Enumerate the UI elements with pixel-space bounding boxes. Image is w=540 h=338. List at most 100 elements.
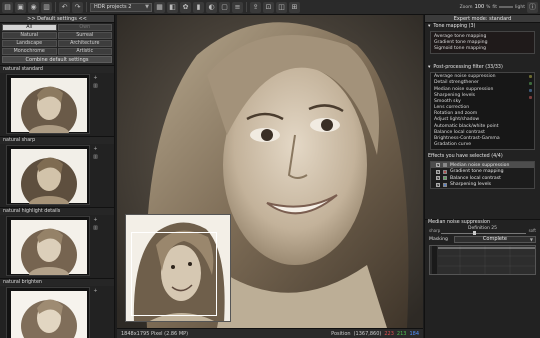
expert-mode-title: Expert mode: standard [425, 15, 540, 23]
add-favorite-icon[interactable]: + [93, 76, 98, 81]
portrait-thumbnail [7, 75, 89, 133]
preset-category-button[interactable]: Monochrome [2, 48, 57, 55]
preset-thumbnail[interactable]: natural standard + ▥ [0, 65, 114, 136]
preset-category-button[interactable]: Landscape [2, 40, 57, 47]
category-marker [529, 95, 532, 99]
panel-spacer [425, 191, 540, 218]
adjust-icon[interactable]: ≡ [232, 1, 243, 13]
preset-label: Natural [20, 33, 39, 38]
preset-category-button[interactable]: Artistic [57, 48, 112, 55]
preset-category-button[interactable]: Architecture [57, 40, 112, 47]
compare-icon[interactable]: ◧ [167, 1, 178, 13]
filter-category-markers [529, 74, 532, 99]
toolbar-divider [246, 2, 247, 12]
slider-left-label: sharp [429, 227, 441, 233]
preset-preview-image[interactable] [6, 216, 90, 276]
add-favorite-icon[interactable]: + [93, 218, 98, 223]
preset-label: Artistic [76, 49, 94, 54]
definition-slider-handle[interactable] [473, 230, 476, 235]
category-marker [529, 88, 532, 92]
crop-icon[interactable]: ⊡ [263, 1, 274, 13]
project-select-value: HDR projects 2 [94, 4, 132, 10]
preset-preview-image[interactable] [6, 287, 90, 338]
frame-icon[interactable]: ▢ [219, 1, 230, 13]
effect-checkbox[interactable]: ✓ [436, 163, 440, 168]
preset-category-button[interactable]: Natural [2, 32, 57, 39]
masking-curve-editor[interactable] [429, 244, 536, 275]
effect-color-swatch [443, 169, 447, 174]
collapse-arrow-icon: ▾ [428, 64, 431, 70]
masking-select[interactable]: Complete ▼ [453, 235, 536, 243]
definition-slider[interactable] [441, 232, 526, 234]
new-project-icon[interactable]: ▤ [2, 1, 13, 13]
combine-default-settings-button[interactable]: Combine default settings [2, 56, 112, 63]
preset-thumbnail[interactable]: natural sharp + ▥ [0, 136, 114, 207]
add-favorite-icon[interactable]: + [93, 147, 98, 152]
light-label[interactable]: light [515, 5, 525, 10]
delete-preset-icon[interactable]: ▥ [93, 226, 98, 231]
effect-checkbox[interactable]: ✓ [436, 182, 440, 187]
expert-mode-panel: Expert mode: standard ▾ Tone mapping (3)… [424, 15, 540, 338]
add-favorite-icon[interactable]: + [93, 289, 98, 294]
filter-item[interactable]: Gradation curve [431, 142, 534, 148]
effect-color-swatch [443, 176, 447, 181]
fit-label[interactable]: fit [492, 5, 497, 10]
effect-checkbox[interactable]: ✓ [436, 176, 440, 181]
color-icon[interactable]: ◐ [206, 1, 217, 13]
preset-category-grid: All Own Natural Surreal Landscape Archit… [0, 23, 114, 56]
redo-icon[interactable]: ↷ [72, 1, 83, 13]
zoom-slider[interactable] [499, 6, 514, 8]
grid-view-icon[interactable]: ▦ [154, 1, 165, 13]
preset-thumbnail[interactable]: natural highlight details + ▥ [0, 207, 114, 278]
parameter-section-header: Median noise suppression [425, 218, 540, 226]
info-icon[interactable]: ⓘ [527, 1, 538, 13]
preset-category-button[interactable]: All [2, 24, 57, 31]
save-icon[interactable]: ▥ [41, 1, 52, 13]
definition-value: 25 [491, 225, 497, 231]
histogram-icon[interactable]: ▮ [193, 1, 204, 13]
portrait-thumbnail [7, 146, 89, 204]
delete-preset-icon[interactable]: ▥ [93, 155, 98, 160]
effect-row[interactable]: ✓ Sharpening levels [431, 181, 534, 188]
fullscreen-icon[interactable]: ⊞ [289, 1, 300, 13]
post-processing-header[interactable]: ▾ Post-processing filter (33/33) [425, 64, 540, 71]
undo-icon[interactable]: ↶ [59, 1, 70, 13]
zoom-value[interactable]: 100 [475, 4, 485, 10]
settings-icon[interactable]: ✿ [180, 1, 191, 13]
definition-label: Definition [468, 225, 490, 231]
export-icon[interactable]: ⇪ [250, 1, 261, 13]
chevron-down-icon: ▼ [145, 4, 149, 10]
toolbar-divider [55, 2, 56, 12]
navigator-viewport-frame[interactable] [131, 232, 217, 316]
portrait-thumbnail [7, 288, 89, 338]
navigator-preview[interactable] [125, 214, 231, 322]
category-marker [529, 81, 532, 85]
tone-mapping-item[interactable]: Sigmoid tone mapping [431, 45, 534, 51]
definition-slider-row: sharp Definition 25 soft [429, 226, 536, 235]
post-processing-title: Post-processing filter (33/33) [433, 64, 503, 70]
preset-label: Own [79, 25, 91, 30]
camera-icon[interactable]: ◉ [28, 1, 39, 13]
preset-thumbnail[interactable]: natural brighten + [0, 278, 114, 338]
preset-preview-image[interactable] [6, 74, 90, 134]
curve-grid [438, 245, 535, 274]
open-image-icon[interactable]: ▣ [15, 1, 26, 13]
preset-preview-image[interactable] [6, 145, 90, 205]
preset-label: Monochrome [13, 49, 45, 54]
slider-right-label: soft [528, 227, 536, 233]
zoom-percent-icon: % [486, 4, 491, 10]
red-value: 223 [384, 330, 394, 337]
zoom-label: Zoom [459, 4, 473, 10]
default-settings-panel: >> Default settings << All Own Natural S… [0, 15, 115, 338]
tone-mapping-header[interactable]: ▾ Tone mapping (3) [425, 23, 540, 30]
project-select[interactable]: HDR projects 2 ▼ [90, 2, 152, 12]
masking-row: Masking Complete ▼ [425, 235, 540, 244]
split-view-icon[interactable]: ◫ [276, 1, 287, 13]
effect-checkbox[interactable]: ✓ [436, 169, 440, 174]
preset-category-button[interactable]: Surreal [57, 32, 112, 39]
default-settings-title[interactable]: >> Default settings << [0, 15, 114, 23]
effect-label: Median noise suppression [450, 162, 510, 168]
preset-category-button[interactable]: Own [57, 24, 112, 31]
delete-preset-icon[interactable]: ▥ [93, 84, 98, 89]
effect-label: Balance local contrast [450, 175, 501, 181]
